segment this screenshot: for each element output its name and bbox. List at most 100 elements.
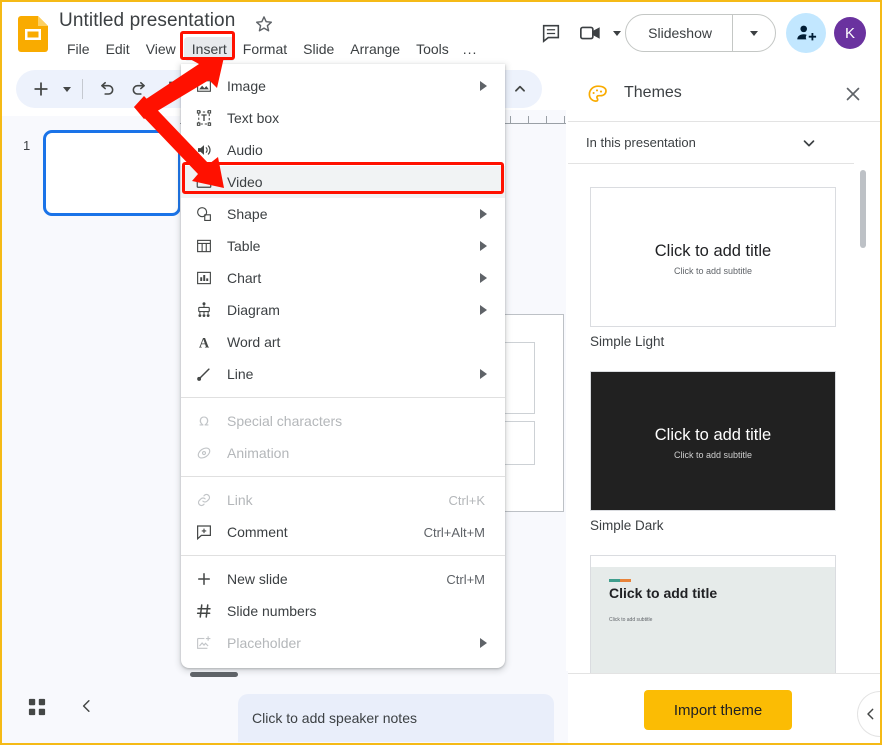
menu-item-line[interactable]: Line [181, 358, 505, 390]
menu-item-slide-numbers[interactable]: Slide numbers [181, 595, 505, 627]
menu-item-label: Word art [227, 334, 281, 350]
avatar[interactable]: K [834, 17, 866, 49]
shape-icon [181, 205, 227, 223]
theme-preview-accent-rule [609, 579, 631, 582]
submenu-arrow-icon [480, 209, 487, 219]
theme-card[interactable]: Click to add title Click to add subtitle S… [590, 187, 836, 349]
header-actions: Slideshow K [531, 2, 880, 64]
themes-panel-footer: Import theme [568, 673, 880, 743]
menu-item-shape[interactable]: Shape [181, 198, 505, 230]
themes-list[interactable]: Click to add title Click to add subtitle S… [568, 165, 868, 736]
menu-slide[interactable]: Slide [295, 37, 342, 61]
table-icon [181, 237, 227, 255]
menu-insert[interactable]: Insert [183, 37, 235, 61]
chevron-down-icon[interactable] [800, 134, 818, 157]
menu-item-label: Shape [227, 206, 268, 222]
menu-arrange[interactable]: Arrange [342, 37, 408, 61]
menu-item-chart[interactable]: Chart [181, 262, 505, 294]
animation-icon [181, 444, 227, 462]
menu-item-text-box[interactable]: Text box [181, 102, 505, 134]
video-call-icon[interactable] [571, 13, 611, 53]
theme-preview-title: Click to add title [654, 426, 772, 444]
redo-icon[interactable] [123, 73, 157, 105]
menu-horizontal-scrollbar[interactable] [190, 672, 238, 677]
toolbar-divider [82, 79, 83, 99]
comment-add-icon [181, 523, 227, 541]
comment-icon[interactable] [531, 13, 571, 53]
menu-separator [181, 555, 505, 556]
grid-view-icon[interactable] [28, 698, 48, 718]
close-icon[interactable] [842, 83, 864, 105]
video-icon [181, 173, 227, 191]
meet-chevron-down-icon[interactable] [613, 30, 622, 36]
star-icon[interactable] [254, 14, 274, 34]
menu-view[interactable]: View [138, 37, 184, 61]
slide-filmstrip: 1 [2, 116, 181, 671]
menu-item-shortcut: Ctrl+K [448, 492, 485, 508]
slideshow-label: Slideshow [648, 25, 712, 41]
submenu-arrow-icon [480, 638, 487, 648]
theme-name-label: Simple Dark [590, 518, 664, 533]
menu-edit[interactable]: Edit [98, 37, 138, 61]
slideshow-chevron-down-icon[interactable] [733, 15, 775, 51]
google-slides-window: Untitled presentation File Edit View Ins… [0, 0, 882, 745]
undo-icon[interactable] [89, 73, 123, 105]
menu-file[interactable]: File [59, 37, 98, 61]
menu-tools[interactable]: Tools [408, 37, 457, 61]
theme-preview[interactable]: Click to add title Click to add subtitle [590, 371, 836, 511]
speaker-notes-placeholder: Click to add speaker notes [252, 710, 417, 726]
menu-item-placeholder: Placeholder [181, 627, 505, 659]
plus-icon[interactable] [24, 73, 58, 105]
slides-icon [18, 16, 48, 52]
theme-preview-subtitle: Click to add subtitle [673, 450, 753, 460]
theme-preview[interactable]: Click to add title Click to add subtitle [590, 187, 836, 327]
slide-thumbnail-1[interactable] [43, 130, 181, 216]
audio-icon [181, 141, 227, 159]
menu-item-table[interactable]: Table [181, 230, 505, 262]
new-slide-chevron-down-icon[interactable] [58, 73, 76, 105]
menu-item-word-art[interactable]: A Word art [181, 326, 505, 358]
menu-item-label: Special characters [227, 413, 343, 429]
plus-icon [181, 570, 227, 588]
svg-text:Ω: Ω [199, 415, 209, 430]
slideshow-button[interactable]: Slideshow [625, 14, 776, 52]
menu-item-audio[interactable]: Audio [181, 134, 505, 166]
menu-item-label: Slide numbers [227, 603, 317, 619]
themes-scrollbar-thumb[interactable] [860, 170, 866, 248]
menu-separator [181, 476, 505, 477]
menu-item-comment[interactable]: Comment Ctrl+Alt+M [181, 516, 505, 548]
menu-separator [181, 397, 505, 398]
meet-button-group[interactable] [571, 13, 622, 53]
toolbar-collapse-chevron-up-icon[interactable] [504, 73, 536, 105]
menu-item-label: Table [227, 238, 261, 254]
menu-item-label: Comment [227, 524, 288, 540]
menu-more[interactable]: ... [457, 37, 484, 61]
menu-insert-wrapper: Insert [179, 31, 235, 61]
menu-item-label: Placeholder [227, 635, 301, 651]
submenu-arrow-icon [480, 273, 487, 283]
speaker-notes-panel[interactable]: Click to add speaker notes [238, 694, 554, 742]
theme-preview-subtitle: Click to add subtitle [609, 617, 653, 623]
person-add-icon[interactable] [786, 13, 826, 53]
themes-panel-title: Themes [624, 84, 682, 101]
submenu-arrow-icon [480, 241, 487, 251]
import-theme-button[interactable]: Import theme [644, 690, 792, 730]
menu-item-shortcut: Ctrl+Alt+M [423, 524, 485, 540]
menu-item-diagram[interactable]: Diagram [181, 294, 505, 326]
menu-item-animation: Animation [181, 437, 505, 469]
collapse-filmstrip-chevron-left-icon[interactable] [78, 697, 98, 717]
app-header: Untitled presentation File Edit View Ins… [2, 2, 880, 64]
menu-item-image[interactable]: Image [181, 70, 505, 102]
menu-item-link: Link Ctrl+K [181, 484, 505, 516]
themes-filter-select[interactable]: In this presentation [568, 122, 854, 164]
menu-item-label: Link [227, 492, 253, 508]
menu-item-new-slide[interactable]: New slide Ctrl+M [181, 563, 505, 595]
menu-item-video[interactable]: Video [181, 166, 505, 198]
wordart-icon: A [181, 333, 227, 351]
document-title[interactable]: Untitled presentation [59, 10, 235, 32]
theme-card[interactable]: Click to add title Click to add subtitle S… [590, 371, 836, 533]
menu-format[interactable]: Format [235, 37, 295, 61]
menu-item-label: Animation [227, 445, 290, 461]
hash-icon [181, 602, 227, 620]
theme-preview-subtitle: Click to add subtitle [673, 266, 753, 276]
